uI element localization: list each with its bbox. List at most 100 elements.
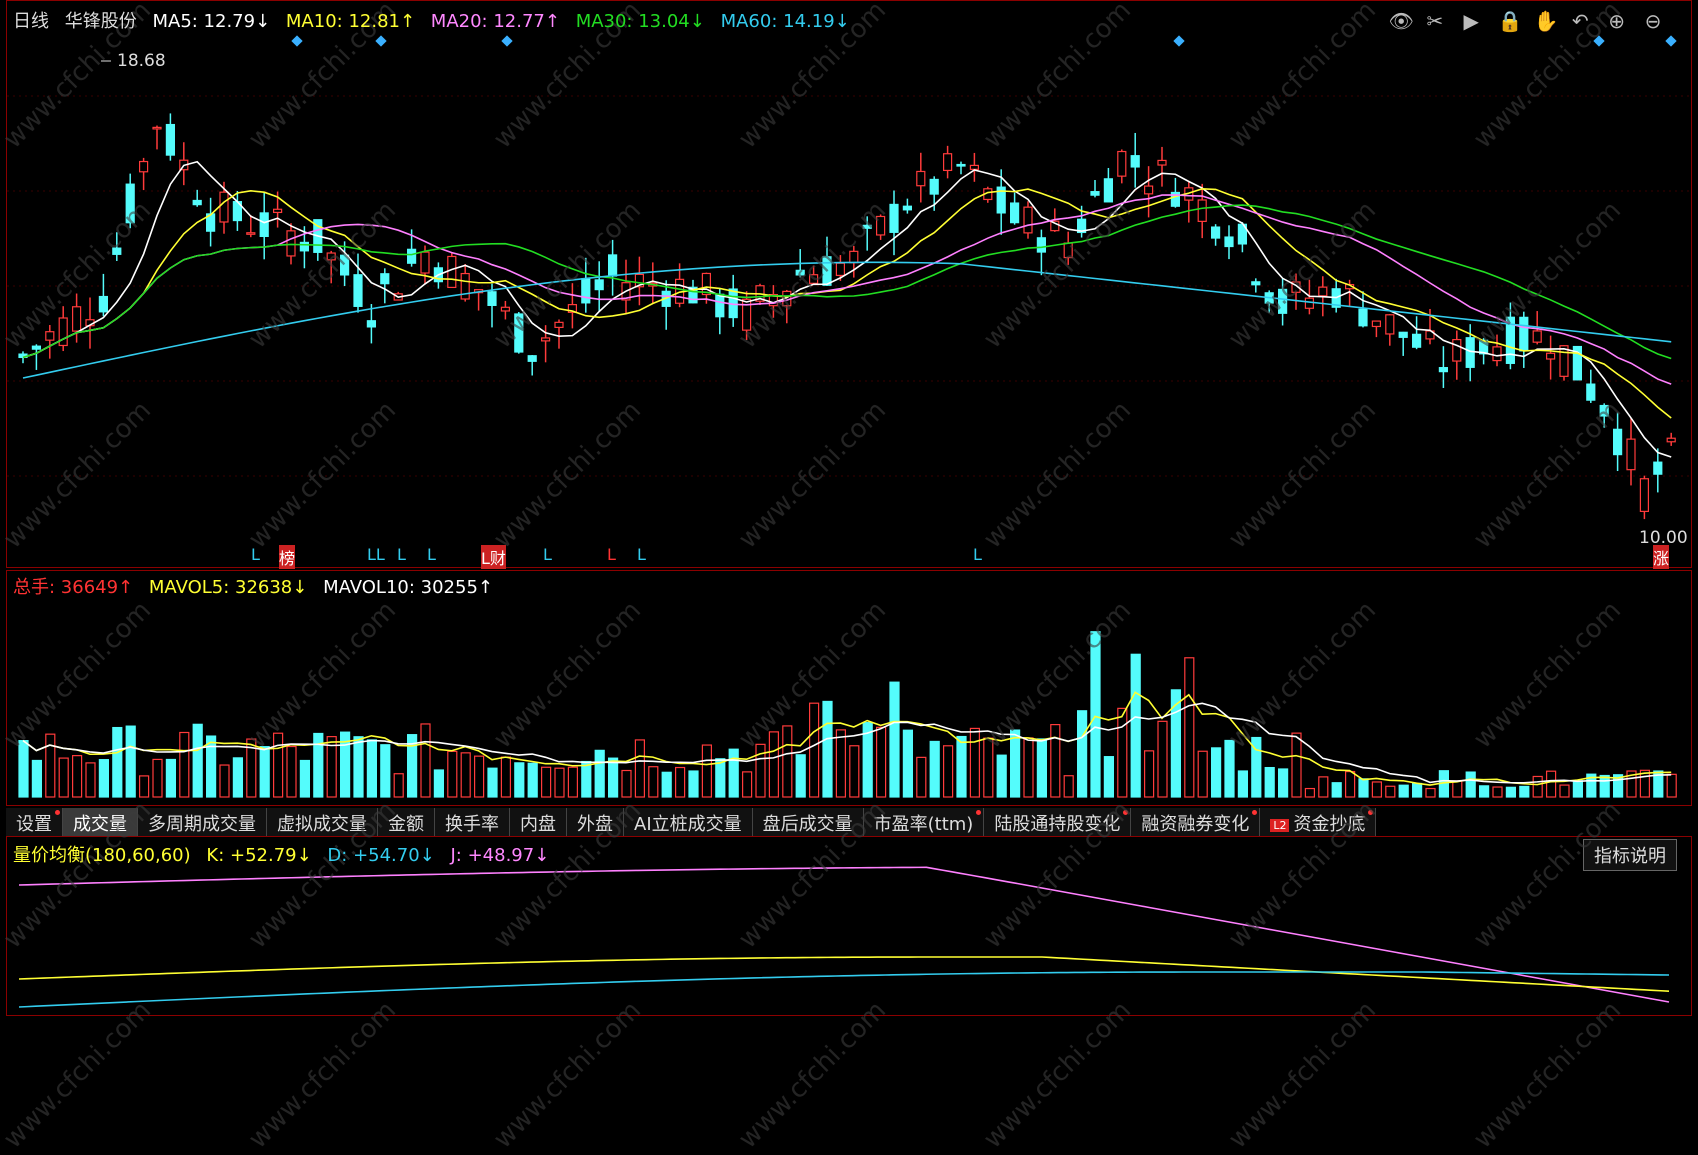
period-label: 日线 [13,11,49,32]
hand-icon[interactable]: ✋ [1534,9,1559,33]
candle-body [715,293,725,318]
volume-bar [1519,785,1530,798]
volume-bar [433,769,444,798]
marker-l[interactable]: L [637,545,646,564]
volume-bar [1050,724,1061,798]
candle-body [607,254,618,277]
volume-bar [447,750,458,798]
candle-body [889,203,899,233]
volume-bar [1170,689,1182,798]
candle-body [1224,236,1234,248]
candle-body [1117,150,1127,177]
marker-l[interactable]: L [973,545,982,564]
tab-settings[interactable]: 设置 [6,808,63,836]
tab-turnover[interactable]: 换手率 [435,808,510,836]
marker-zhang[interactable]: 涨 [1653,545,1670,569]
ma30-line [22,204,1672,360]
marker-bang[interactable]: 榜 [279,545,296,569]
volume-bar [942,745,954,798]
volume-bar [259,746,270,798]
volume-bar [273,732,284,798]
indicator-panel[interactable]: 量价均衡(180,60,60) K: +52.79↓ D: +54.70↓ J:… [6,836,1692,1016]
chart-toolbar: 👁 ✂ ▶ 🔒 ✋ ↶ ⊕ ⊖ [1378,9,1663,33]
volume-bar [889,681,900,798]
indicator-tabs: 设置 成交量 多周期成交量 虚拟成交量 金额 换手率 内盘 外盘 AI立桩成交量… [6,808,1377,836]
tab-margin[interactable]: 融资融券变化 [1131,808,1261,836]
volume-bar [58,757,69,798]
tab-hk-connect[interactable]: 陆股通持股变化 [984,808,1132,836]
volume-bar [380,744,391,798]
volume-bar [902,729,914,798]
volume-bar [661,771,672,798]
volume-bar [1291,732,1302,798]
tab-fund-bottom[interactable]: L2 资金抄底 [1260,808,1377,836]
tab-amount[interactable]: 金额 [378,808,435,836]
candle-body [527,355,537,362]
candle-body [340,254,350,276]
candle-body [1036,237,1047,253]
candle-body [1063,242,1073,259]
volume-bar [1572,780,1584,798]
volume-bar [1398,784,1409,798]
volume-bar [1371,781,1383,798]
eye-icon[interactable]: 👁 [1388,9,1413,33]
tab-inner[interactable]: 内盘 [510,808,567,836]
kline-header: 日线 华锋股份 MA5: 12.79↓ MA10: 12.81↑ MA20: 1… [13,7,860,33]
kline-chart[interactable] [7,1,1693,569]
candle-body [98,295,109,313]
volume-bar [634,739,646,798]
volume-bar [460,752,471,798]
candle-body [366,320,376,328]
total-volume: 总手: 36649↑ [13,577,134,598]
marker-cai[interactable]: L财 [481,545,506,569]
tab-outer[interactable]: 外盘 [567,808,624,836]
marker-l[interactable]: L [397,545,406,564]
tab-ai-volume[interactable]: AI立桩成交量 [624,808,753,836]
candle-body [1304,297,1315,309]
volume-bar [916,756,927,798]
tab-multi-period-volume[interactable]: 多周期成交量 [138,808,267,836]
scissors-icon[interactable]: ✂ [1425,9,1445,33]
stock-name: 华锋股份 [64,11,137,32]
tab-after-hours-volume[interactable]: 盘后成交量 [752,808,864,836]
watermark-text: www.cfchi.com [732,995,892,1155]
candle-body [1452,338,1462,362]
ma20-line [22,194,1672,385]
candle-body [1197,199,1207,222]
volume-bar [98,759,110,798]
lock-icon[interactable]: 🔒 [1498,9,1523,33]
play-icon[interactable]: ▶ [1461,9,1481,33]
marker-l[interactable]: L [607,545,616,564]
volume-bar [1117,707,1128,798]
volume-bar [1532,775,1543,798]
watermark-text: www.cfchi.com [242,995,402,1155]
candle-body [875,215,886,236]
candle-body [554,321,564,328]
tab-pe-ttm[interactable]: 市盈率(ttm) [863,808,985,836]
marker-l[interactable]: L [427,545,436,564]
volume-chart[interactable] [7,571,1693,807]
candle-body [460,272,470,300]
marker-l[interactable]: L [543,545,552,564]
marker-l[interactable]: L [251,545,260,564]
volume-bar [1063,775,1074,798]
j-line [18,866,1670,1003]
ma5-value: MA5: 12.79↓ [152,11,271,32]
d-value: D: +54.70↓ [327,845,435,866]
volume-bar [648,766,659,798]
candle-body [1639,478,1650,512]
volume-bar [1237,770,1249,798]
undo-icon[interactable]: ↶ [1570,9,1590,33]
tab-virtual-volume[interactable]: 虚拟成交量 [267,808,378,836]
candle-body [1143,185,1154,195]
volume-panel[interactable]: 总手: 36649↑ MAVOL5: 32638↓ MAVOL10: 30255… [6,570,1692,806]
volume-bar [1157,720,1168,798]
volume-bar [71,755,83,798]
zoom-out-icon[interactable]: ⊖ [1643,9,1663,33]
candle-body [299,241,309,252]
tab-volume[interactable]: 成交量 [63,808,138,836]
zoom-in-icon[interactable]: ⊕ [1607,9,1627,33]
kline-panel[interactable]: 日线 华锋股份 MA5: 12.79↓ MA10: 12.81↑ MA20: 1… [6,0,1693,569]
candle-body [849,250,859,264]
marker-ll[interactable]: LL [367,545,385,564]
